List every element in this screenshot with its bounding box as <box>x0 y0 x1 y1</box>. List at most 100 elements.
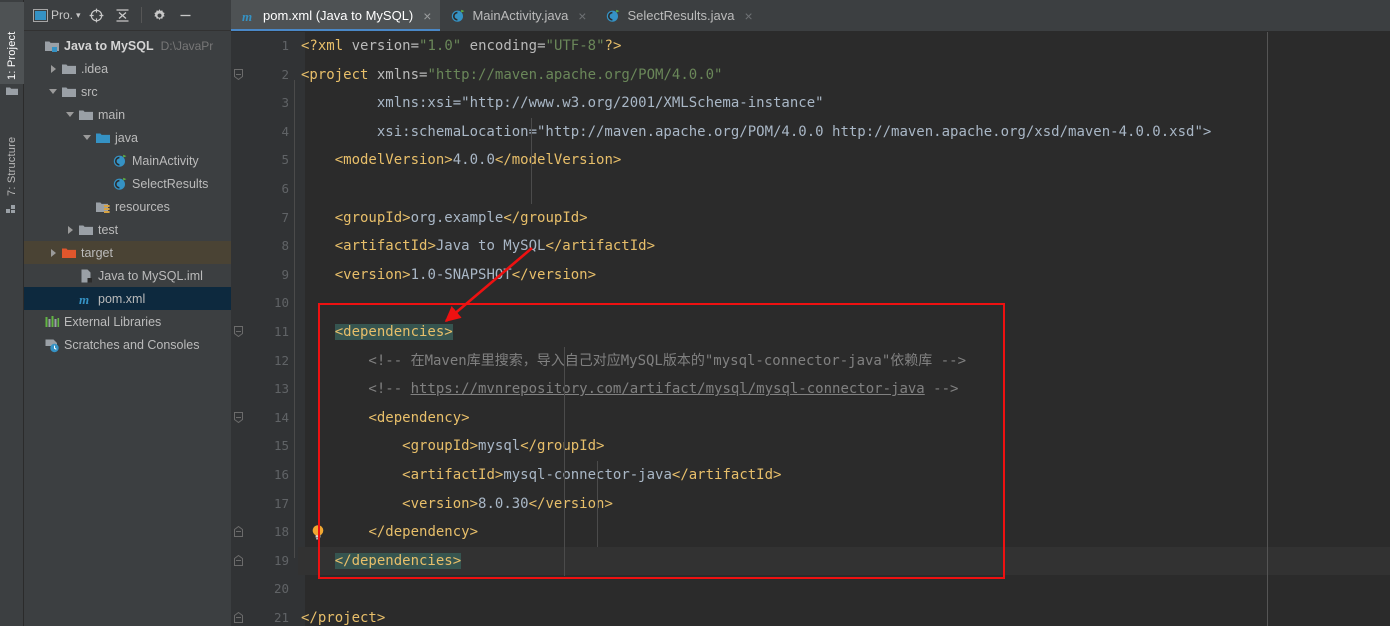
libraries-icon <box>45 315 60 327</box>
editor-tab-bar[interactable]: m pom.xml (Java to MySQL) × MainActivity.ja… <box>231 0 1390 32</box>
hide-button[interactable] <box>174 4 198 26</box>
folder-icon <box>78 222 94 238</box>
close-icon[interactable]: × <box>578 8 586 24</box>
tree-item-resources[interactable]: resources <box>24 195 231 218</box>
maven-icon: m <box>241 8 257 24</box>
fold-up-icon[interactable] <box>234 554 243 566</box>
fold-down-icon[interactable] <box>234 411 243 423</box>
folder-icon <box>61 61 77 77</box>
tree-toggle-down-icon[interactable] <box>64 108 77 121</box>
tree-item-idea[interactable]: .idea <box>24 57 231 80</box>
java-class-icon <box>112 176 128 192</box>
tree-item-selectresults[interactable]: SelectResults <box>24 172 231 195</box>
line-number: 7 <box>281 209 289 225</box>
libraries-icon <box>44 314 60 330</box>
target-folder-icon <box>61 245 77 261</box>
line-number: 5 <box>281 152 289 168</box>
tree-item-label: Scratches and Consoles <box>64 337 200 352</box>
tree-toggle-right-icon[interactable] <box>64 223 77 236</box>
tree-item-test[interactable]: test <box>24 218 231 241</box>
comment-link[interactable]: https://mvnrepository.com/artifact/mysql… <box>411 381 925 397</box>
tree-item-label: MainActivity <box>132 153 199 168</box>
close-icon[interactable]: × <box>423 8 431 24</box>
java-class-icon <box>113 154 127 167</box>
tree-toggle-right-icon[interactable] <box>47 246 60 259</box>
tree-item-target[interactable]: target <box>24 241 231 264</box>
line-number: 1 <box>281 38 289 53</box>
folder-icon <box>79 110 93 120</box>
tree-toggle-down-icon[interactable] <box>81 131 94 144</box>
code-line: xsi:schemaLocation="http://maven.apache.… <box>301 123 1212 140</box>
close-icon[interactable]: × <box>744 8 752 24</box>
settings-button[interactable] <box>148 4 172 26</box>
editor-tab-label: MainActivity.java <box>472 8 569 23</box>
project-view-selector[interactable]: Pro. ▾ <box>33 8 81 22</box>
editor-tab-label: SelectResults.java <box>627 8 735 23</box>
tree-item-mainactivity[interactable]: MainActivity <box>24 149 231 172</box>
tree-item-pom-xml[interactable]: m pom.xml <box>24 287 231 310</box>
folder-icon <box>62 87 76 97</box>
code-line: <groupId>mysql</groupId> <box>402 438 605 455</box>
scratches-icon <box>44 337 60 353</box>
intention-bulb-icon[interactable] <box>311 524 325 542</box>
line-number: 10 <box>273 295 289 311</box>
line-number: 8 <box>281 238 289 254</box>
tree-item-java-to-mysql[interactable]: Java to MySQL D:\JavaPr <box>24 34 231 57</box>
tree-item-label: SelectResults <box>132 176 209 191</box>
tree-item-label: java <box>115 130 138 145</box>
tree-item-java[interactable]: java <box>24 126 231 149</box>
editor-tab-mainactivity[interactable]: MainActivity.java × <box>440 0 595 31</box>
code-line: <modelVersion>4.0.0</modelVersion> <box>334 152 622 169</box>
code-line: xmlns:xsi="http://www.w3.org/2001/XMLSch… <box>301 95 824 112</box>
target-folder-icon <box>62 248 76 258</box>
code-editor[interactable]: 1 2 3 4 5 6 7 8 9 10 11 12 13 14 15 16 17 18 19 20 21 <?xml … <box>231 32 1390 626</box>
toolbar-divider <box>140 7 142 23</box>
resources-folder-icon <box>95 199 111 215</box>
fold-up-icon[interactable] <box>234 526 243 538</box>
code-line: </project> <box>301 610 386 626</box>
fold-down-icon[interactable] <box>234 68 243 80</box>
tree-toggle-right-icon[interactable] <box>47 62 60 75</box>
code-line: </dependency> <box>368 524 479 541</box>
scratches-icon <box>45 339 59 352</box>
folder-icon <box>78 107 94 123</box>
tree-item-label: pom.xml <box>98 291 146 306</box>
tree-toggle-down-icon[interactable] <box>47 85 60 98</box>
tree-item-external-libraries[interactable]: External Libraries <box>24 310 231 333</box>
tool-tab-project[interactable]: 1: Project <box>0 2 24 84</box>
line-number: 3 <box>281 95 289 111</box>
source-folder-icon <box>95 130 111 146</box>
code-line: <version>1.0-SNAPSHOT</version> <box>334 266 597 283</box>
editor-tab-selectresults[interactable]: SelectResults.java × <box>595 0 761 31</box>
fold-down-icon[interactable] <box>234 326 243 337</box>
tree-item-main[interactable]: main <box>24 103 231 126</box>
intellij-window: 1: Project 7: Structure Pro. ▾ Java to M… <box>0 0 1390 626</box>
java-class-icon <box>607 9 620 22</box>
line-number: 15 <box>273 438 289 454</box>
project-folder-icon <box>45 41 59 52</box>
tool-tab-structure[interactable]: 7: Structure <box>0 96 24 200</box>
maven-icon: m <box>242 9 252 24</box>
line-number: 6 <box>281 181 289 196</box>
project-tree[interactable]: Java to MySQL D:\JavaPr .idea src main java Ma… <box>24 31 231 356</box>
fold-region-line <box>294 422 295 530</box>
svg-text:m: m <box>79 292 89 307</box>
tree-item-java-to-mysql-iml[interactable]: Java to MySQL.iml <box>24 264 231 287</box>
left-tool-strip: 1: Project 7: Structure <box>0 0 24 626</box>
select-opened-file-button[interactable] <box>85 4 109 26</box>
maven-icon: m <box>78 291 94 307</box>
fold-up-icon[interactable] <box>234 612 243 623</box>
source-folder-icon <box>96 133 110 143</box>
tool-tab-project-label: 1: Project <box>6 31 18 80</box>
tree-item-src[interactable]: src <box>24 80 231 103</box>
editor-tab-pom[interactable]: m pom.xml (Java to MySQL) × <box>231 0 441 31</box>
collapse-all-button[interactable] <box>111 4 135 26</box>
structure-icon <box>6 205 15 213</box>
tree-item-scratches-and-consoles[interactable]: Scratches and Consoles <box>24 333 231 356</box>
line-number: 9 <box>281 266 289 282</box>
